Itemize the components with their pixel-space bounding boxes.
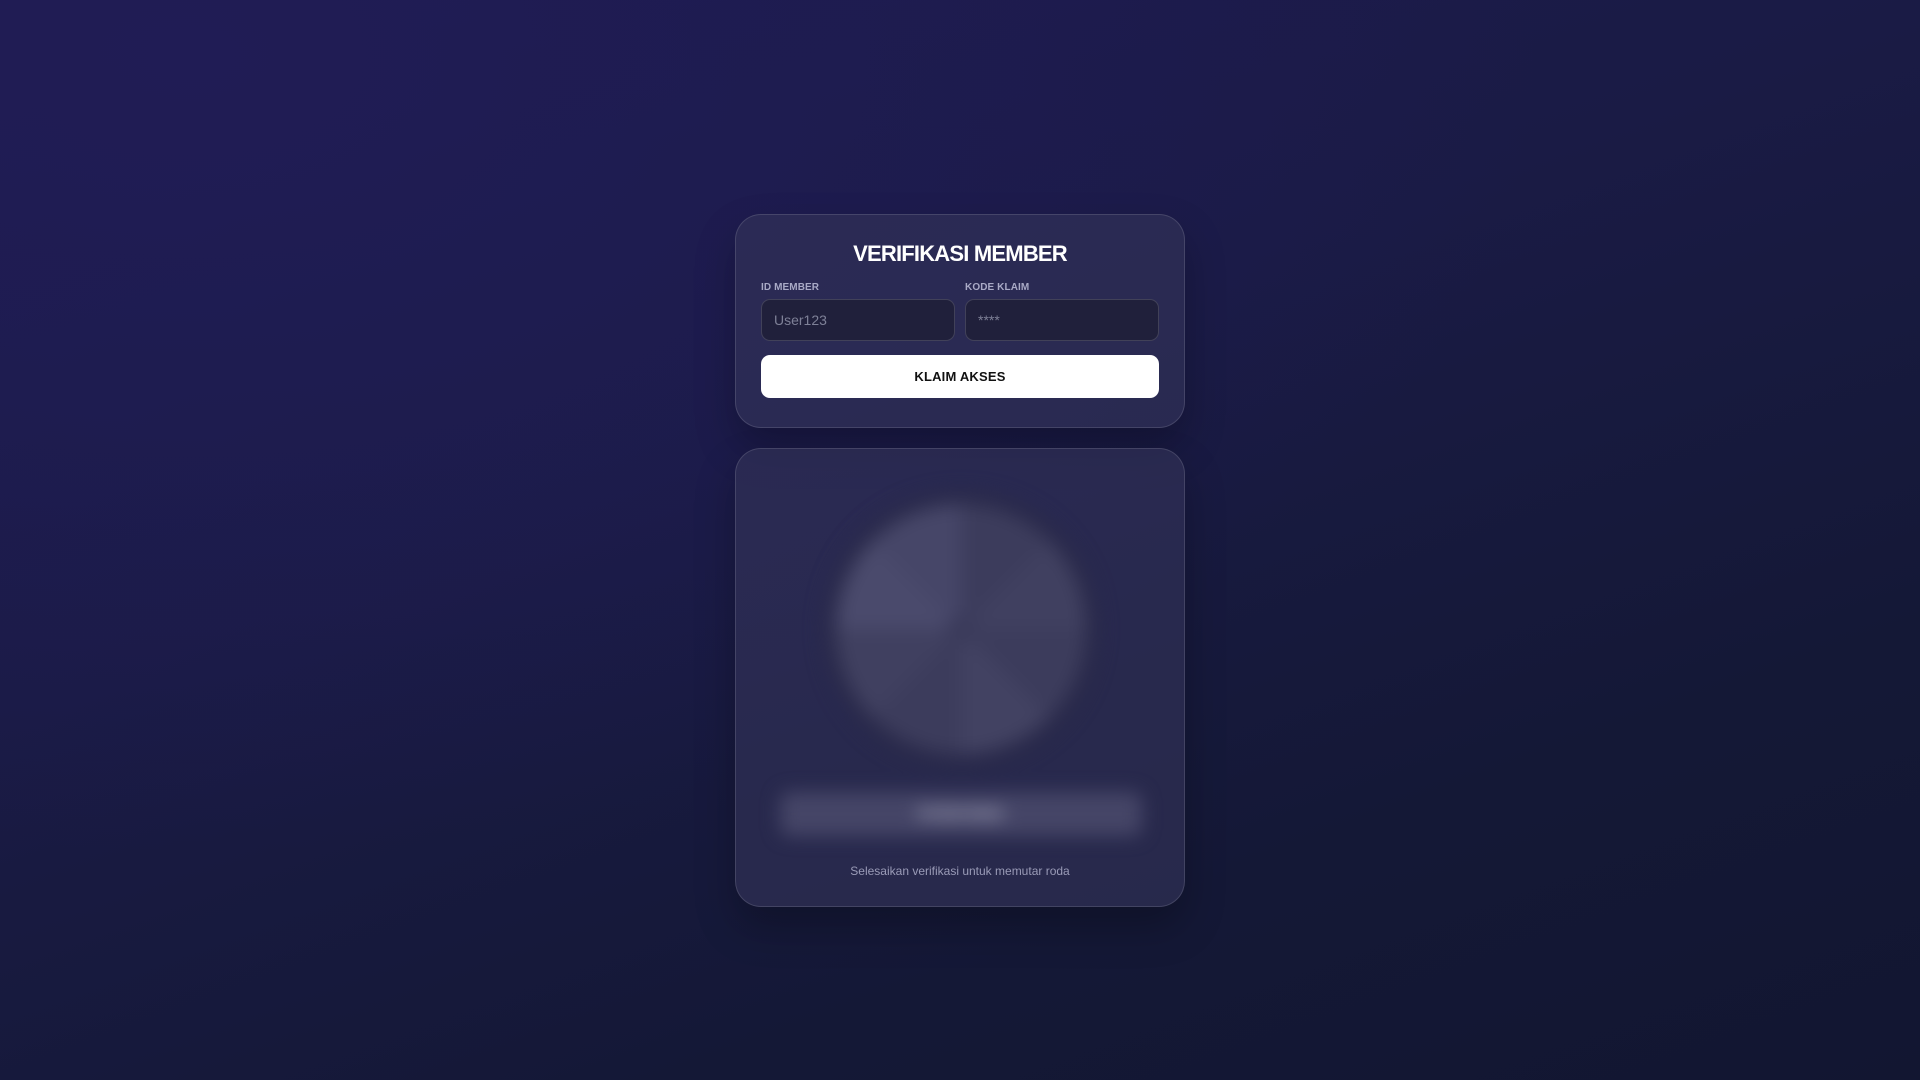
wheel-locked-hint: Selesaikan verifikasi untuk memutar roda [850, 864, 1070, 878]
claim-code-input[interactable] [965, 299, 1159, 341]
member-id-input[interactable] [761, 299, 955, 341]
verification-card: VERIFIKASI MEMBER ID MEMBER KODE KLAIM K… [735, 214, 1185, 428]
main-container: VERIFIKASI MEMBER ID MEMBER KODE KLAIM K… [735, 214, 1185, 907]
claim-access-button[interactable]: KLAIM AKSES [761, 355, 1159, 398]
form-fields: ID MEMBER KODE KLAIM [761, 281, 1159, 341]
member-id-label: ID MEMBER [761, 282, 820, 293]
prize-wheel [823, 491, 1099, 767]
wheel-card: PUTAR RODA Selesaikan verifikasi untuk m… [735, 448, 1185, 907]
member-id-group: ID MEMBER [761, 281, 955, 341]
page-title: VERIFIKASI MEMBER [853, 241, 1068, 266]
wheel-hub [947, 615, 975, 643]
locked-wheel-overlay: PUTAR RODA [736, 449, 1184, 839]
spin-button: PUTAR RODA [780, 792, 1142, 836]
claim-code-group: KODE KLAIM [965, 281, 1159, 341]
claim-code-label: KODE KLAIM [965, 282, 1030, 293]
